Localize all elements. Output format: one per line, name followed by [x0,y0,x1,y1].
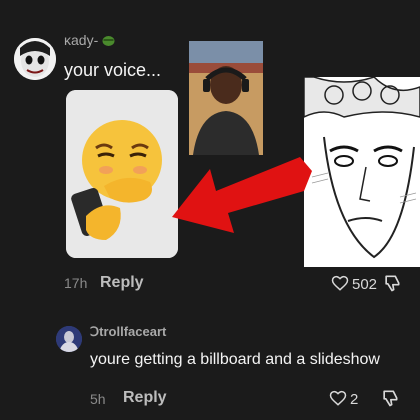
username[interactable]: Ↄtrollfaceart [90,324,166,340]
like-count: 2 [350,391,359,408]
heart-icon[interactable] [331,274,349,292]
comment-text: your voice... [64,60,162,80]
manga-character-image [304,77,420,267]
like-count: 502 [352,276,378,293]
username[interactable]: ĸady- [64,32,115,48]
sick-face-emoji-icon [102,33,115,46]
webcam-inset-image [189,41,263,155]
thumbs-down-icon[interactable] [382,273,402,293]
timestamp: 5h [90,391,106,407]
heart-icon[interactable] [329,389,347,407]
avatar[interactable] [56,326,82,352]
emoji-sticker-image[interactable] [66,90,178,258]
red-arrow-icon [172,155,312,245]
comment-text: youre getting a billboard and a slidesho… [90,351,380,368]
thumbs-down-icon[interactable] [380,388,400,408]
reply-button[interactable]: Reply [123,389,167,407]
reply-button[interactable]: Reply [100,274,144,292]
avatar[interactable] [14,38,56,80]
timestamp: 17h [64,275,88,291]
